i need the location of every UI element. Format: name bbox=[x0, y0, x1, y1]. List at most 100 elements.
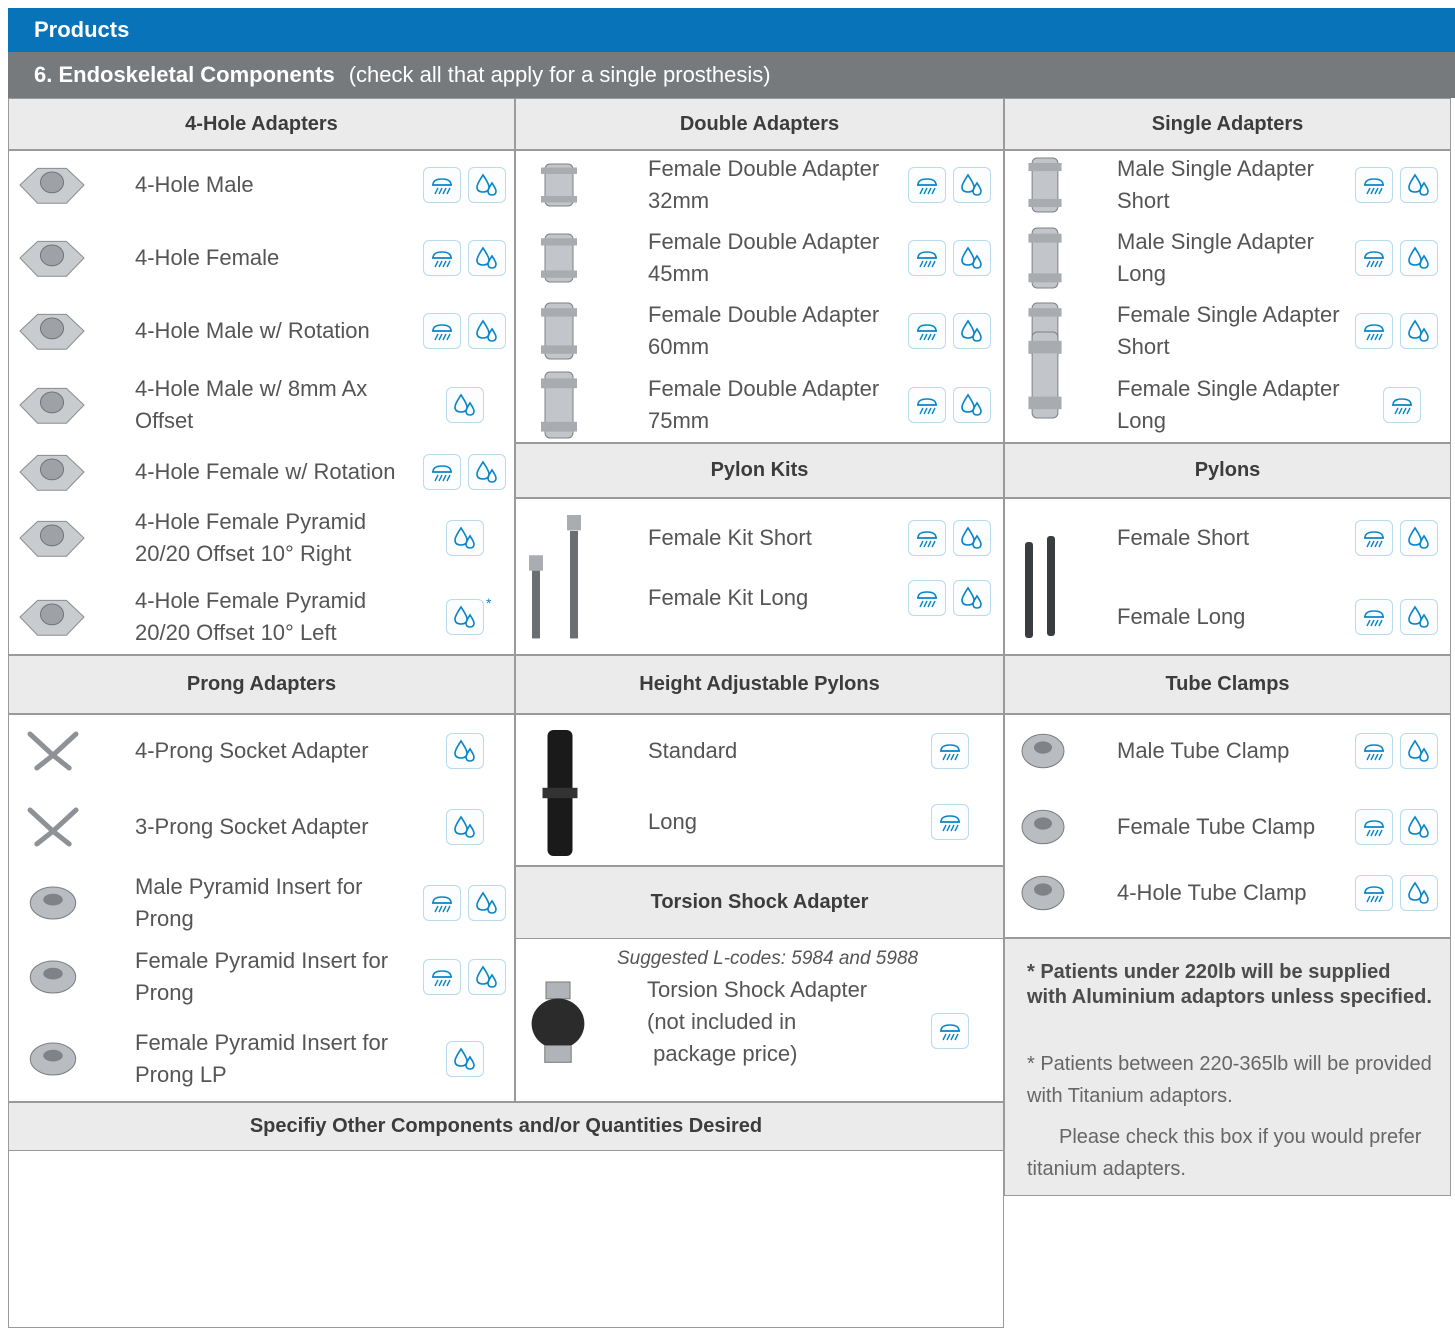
item-label: Female Double Adapter 45mm bbox=[648, 229, 880, 286]
product-photo bbox=[541, 233, 577, 283]
weather-icon[interactable] bbox=[423, 454, 461, 490]
weather-icon[interactable] bbox=[908, 240, 946, 276]
weather-icon[interactable] bbox=[1355, 520, 1393, 556]
weather-icon[interactable] bbox=[1355, 875, 1393, 911]
water-drops-icon-glyph bbox=[1408, 881, 1429, 904]
weather-icon-glyph bbox=[1364, 178, 1384, 195]
weather-icon[interactable] bbox=[931, 733, 969, 769]
water-drops-icon[interactable] bbox=[1400, 520, 1438, 556]
water-drops-icon[interactable] bbox=[953, 580, 991, 616]
weather-icon[interactable] bbox=[931, 1013, 969, 1049]
group-header-pylons: Pylons bbox=[1004, 443, 1451, 498]
item-label: Female Pyramid Insert for Prong LP bbox=[135, 1030, 389, 1087]
water-drops-icon[interactable] bbox=[1400, 733, 1438, 769]
weather-icon-glyph bbox=[940, 1024, 960, 1041]
water-drops-icon-glyph bbox=[1408, 739, 1429, 762]
weather-icon[interactable] bbox=[908, 313, 946, 349]
water-drops-icon[interactable] bbox=[446, 733, 484, 769]
product-photo bbox=[1021, 733, 1065, 769]
water-drops-icon-glyph bbox=[454, 526, 475, 549]
weather-icon-glyph bbox=[1364, 820, 1384, 837]
product-photo bbox=[19, 387, 85, 424]
water-drops-icon-glyph bbox=[961, 173, 982, 196]
product-photo bbox=[541, 302, 577, 360]
water-drops-icon[interactable] bbox=[1400, 599, 1438, 635]
water-drops-icon[interactable] bbox=[953, 167, 991, 203]
weather-icon[interactable] bbox=[423, 313, 461, 349]
water-drops-icon[interactable] bbox=[468, 240, 506, 276]
water-drops-icon[interactable] bbox=[1400, 240, 1438, 276]
weather-icon-glyph bbox=[432, 896, 452, 913]
weather-icon[interactable] bbox=[423, 959, 461, 995]
product-photo bbox=[29, 886, 77, 920]
product-photo bbox=[1028, 227, 1062, 289]
water-drops-icon-glyph bbox=[454, 739, 475, 762]
weather-icon[interactable] bbox=[1383, 387, 1421, 423]
product-photo bbox=[27, 807, 79, 847]
product-photo bbox=[29, 1042, 77, 1076]
weather-icon-glyph bbox=[1364, 744, 1384, 761]
water-drops-icon[interactable] bbox=[1400, 875, 1438, 911]
weather-icon[interactable] bbox=[908, 387, 946, 423]
water-drops-icon[interactable] bbox=[446, 599, 484, 635]
item-label: Long bbox=[648, 809, 697, 834]
item-label: Female Pyramid Insert for Prong bbox=[135, 948, 389, 1005]
water-drops-icon[interactable] bbox=[468, 454, 506, 490]
water-drops-icon[interactable] bbox=[1400, 313, 1438, 349]
weather-icon-glyph bbox=[940, 815, 960, 832]
group-header-double-adapters: Double Adapters bbox=[515, 98, 1004, 150]
weather-icon-glyph bbox=[432, 324, 452, 341]
item-label: Female Short bbox=[1117, 525, 1250, 550]
water-drops-icon[interactable] bbox=[468, 885, 506, 921]
water-drops-icon[interactable] bbox=[446, 387, 484, 423]
water-drops-icon-glyph bbox=[476, 965, 497, 988]
asterisk-mark: * bbox=[486, 595, 492, 611]
weather-icon-glyph bbox=[1364, 324, 1384, 341]
item-label: 4-Hole Male bbox=[135, 172, 254, 197]
weather-icon[interactable] bbox=[931, 804, 969, 840]
product-photo bbox=[531, 981, 585, 1063]
water-drops-icon[interactable] bbox=[953, 520, 991, 556]
water-drops-icon-glyph bbox=[454, 815, 475, 838]
water-drops-icon[interactable] bbox=[468, 959, 506, 995]
weather-icon-glyph bbox=[917, 178, 937, 195]
water-drops-icon[interactable] bbox=[446, 809, 484, 845]
water-drops-icon-glyph bbox=[961, 586, 982, 609]
weather-icon[interactable] bbox=[908, 520, 946, 556]
item-label: 4-Hole Male w/ 8mm Ax Offset bbox=[135, 376, 368, 433]
weather-icon[interactable] bbox=[423, 167, 461, 203]
water-drops-icon-glyph bbox=[476, 319, 497, 342]
water-drops-icon[interactable] bbox=[953, 240, 991, 276]
water-drops-icon[interactable] bbox=[468, 313, 506, 349]
weather-icon[interactable] bbox=[908, 167, 946, 203]
torsion-label-line: (not included in bbox=[647, 1009, 797, 1034]
weather-icon[interactable] bbox=[1355, 733, 1393, 769]
water-drops-icon[interactable] bbox=[953, 387, 991, 423]
weather-icon[interactable] bbox=[423, 885, 461, 921]
item-label: Female Double Adapter 32mm bbox=[648, 156, 880, 213]
water-drops-icon-glyph bbox=[961, 526, 982, 549]
water-drops-icon[interactable] bbox=[468, 167, 506, 203]
weather-icon[interactable] bbox=[908, 580, 946, 616]
weather-icon-glyph bbox=[917, 398, 937, 415]
water-drops-icon[interactable] bbox=[446, 1041, 484, 1077]
item-label: Female Kit Long bbox=[648, 585, 809, 610]
weather-icon[interactable] bbox=[1355, 599, 1393, 635]
water-drops-icon[interactable] bbox=[1400, 809, 1438, 845]
order-form-page: Products 6. Endoskeletal Components (chec… bbox=[0, 0, 1455, 1328]
weather-icon[interactable] bbox=[1355, 809, 1393, 845]
weather-icon[interactable] bbox=[423, 240, 461, 276]
weather-icon[interactable] bbox=[1355, 240, 1393, 276]
product-photo bbox=[529, 515, 581, 639]
water-drops-icon[interactable] bbox=[953, 313, 991, 349]
weather-icon-glyph bbox=[1364, 531, 1384, 548]
water-drops-icon[interactable] bbox=[1400, 167, 1438, 203]
item-label: Female Double Adapter 75mm bbox=[648, 376, 880, 433]
water-drops-icon[interactable] bbox=[446, 520, 484, 556]
product-photo bbox=[542, 730, 578, 856]
item-label: Female Tube Clamp bbox=[1117, 814, 1316, 839]
weather-icon[interactable] bbox=[1355, 167, 1393, 203]
product-photo bbox=[19, 520, 85, 557]
water-drops-icon-glyph bbox=[476, 460, 497, 483]
weather-icon[interactable] bbox=[1355, 313, 1393, 349]
